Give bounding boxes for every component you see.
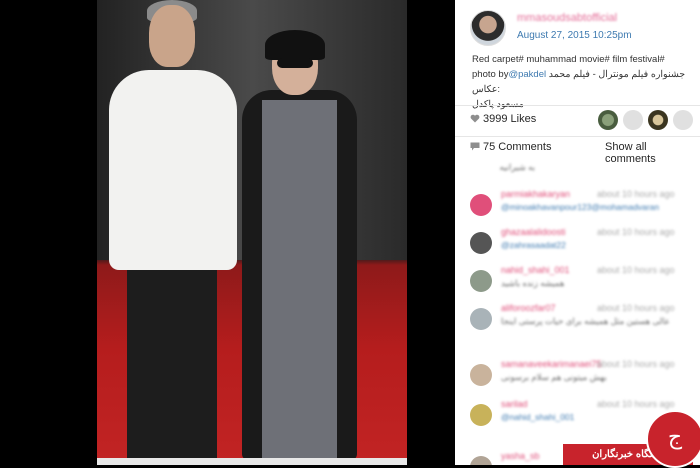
photo-figure-man-jacket <box>109 70 237 270</box>
photo-bottom-strip <box>97 458 407 465</box>
comment-item: aliforoozfar07 about 10 hours ago عالی ه… <box>455 300 700 340</box>
comment-time: about 10 hours ago <box>597 399 675 409</box>
comment-time: about 10 hours ago <box>597 227 675 237</box>
comment-text: به شیرانیه <box>499 162 535 172</box>
commenter-avatar[interactable] <box>470 194 492 216</box>
divider <box>455 105 700 106</box>
comment-text: عالی هستین مثل همیشه برای حیات پرستی این… <box>501 316 670 326</box>
comment-item: nahid_shahi_001 about 10 hours ago همیشه… <box>455 262 700 302</box>
likes-row[interactable]: 3999 Likes <box>470 113 536 125</box>
photo-figure-sunglasses <box>277 58 313 68</box>
caption-prefix: photo by <box>472 69 509 80</box>
photo-pane <box>0 0 455 465</box>
liker-avatar[interactable] <box>673 110 693 130</box>
commenter-avatar[interactable] <box>470 308 492 330</box>
commenter-avatar[interactable] <box>470 456 492 465</box>
photo-figure-man-pants <box>127 262 217 462</box>
caption-mention-link[interactable]: @pakdel <box>508 69 546 80</box>
commenter-username[interactable]: yasha_sb <box>501 451 540 461</box>
liker-avatar[interactable] <box>623 110 643 130</box>
commenter-avatar[interactable] <box>470 404 492 426</box>
photo-figure-man-head <box>149 5 195 67</box>
commenter-username[interactable]: sarilad <box>501 399 528 409</box>
news-agency-logo: ج <box>646 410 700 468</box>
comment-text: همیشه زنده باشید <box>501 278 565 288</box>
comment-time: about 10 hours ago <box>597 265 675 275</box>
commenter-username[interactable]: parmiakhakaryan <box>501 189 570 199</box>
comment-item: samanaveekarimanaei75 about 10 hours ago… <box>455 356 700 396</box>
post-date[interactable]: August 27, 2015 10:25pm <box>517 30 632 41</box>
post-header: mmasoudsabtofficial August 27, 2015 10:2… <box>455 0 700 52</box>
comment-item: parmiakhakaryan about 10 hours ago @mino… <box>455 186 700 226</box>
comments-row: 75 Comments <box>470 141 551 153</box>
comment-time: about 10 hours ago <box>597 359 675 369</box>
comment-text: @minoakhavanpour123@mohamadvaran <box>501 202 660 212</box>
comment-time: about 10 hours ago <box>597 303 675 313</box>
comment-text: بهش میتونی هم سلام برسونی <box>501 372 607 382</box>
speech-bubble-icon <box>470 142 480 151</box>
post-photo[interactable] <box>97 0 407 465</box>
caption-english: Red carpet# muhammad movie# film festiva… <box>472 54 665 65</box>
comment-time: about 10 hours ago <box>597 189 675 199</box>
comment-item: ghazaalalidoosti about 10 hours ago @zah… <box>455 224 700 264</box>
commenter-username[interactable]: samanaveekarimanaei75 <box>501 359 602 369</box>
post-caption: Red carpet# muhammad movie# film festiva… <box>472 52 694 112</box>
photo-figure-woman-dress <box>262 100 337 460</box>
heart-icon <box>470 114 480 123</box>
commenter-avatar[interactable] <box>470 270 492 292</box>
divider <box>455 136 700 137</box>
post-sidebar: mmasoudsabtofficial August 27, 2015 10:2… <box>455 0 700 465</box>
user-avatar[interactable] <box>470 10 506 46</box>
username-link[interactable]: mmasoudsabtofficial <box>517 12 617 24</box>
commenter-avatar[interactable] <box>470 232 492 254</box>
likes-count: 3999 Likes <box>483 113 537 125</box>
commenter-username[interactable]: nahid_shahi_001 <box>501 265 570 275</box>
photo-figure-woman-scarf <box>265 30 325 60</box>
caption-line-2: photo by@pakdel جشنواره فیلم مونترال - ف… <box>472 67 694 97</box>
commenter-avatar[interactable] <box>470 364 492 386</box>
commenter-username[interactable]: ghazaalalidoosti <box>501 227 566 237</box>
commenter-username[interactable]: aliforoozfar07 <box>501 303 556 313</box>
liker-avatar[interactable] <box>648 110 668 130</box>
liker-avatar[interactable] <box>598 110 618 130</box>
comment-text: @zahrasaadat22 <box>501 240 566 250</box>
comments-count: 75 Comments <box>483 141 552 153</box>
